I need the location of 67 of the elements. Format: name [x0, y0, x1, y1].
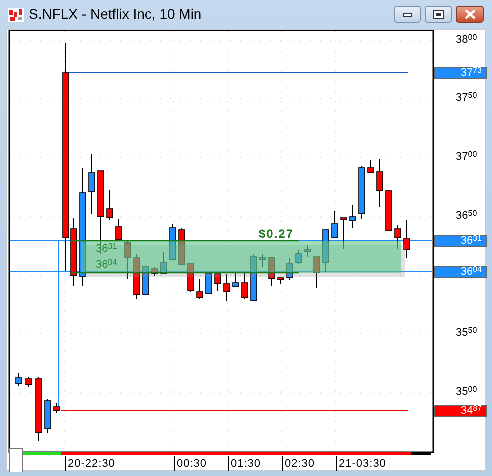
- candlestick: [106, 190, 114, 220]
- candlestick: [124, 240, 132, 280]
- price-tick-label: 36$^{50}$: [456, 211, 478, 222]
- price-tick-label: 35$^{00}$: [456, 387, 478, 398]
- candlestick: [358, 166, 366, 220]
- candlestick: [170, 224, 176, 260]
- candlestick: [16, 372, 22, 386]
- candlestick: [188, 264, 194, 292]
- candlestick: [350, 204, 356, 228]
- time-axis-label: 02:30: [282, 456, 316, 471]
- app-logo-icon: [8, 8, 24, 22]
- price-tick-label: 35$^{50}$: [456, 328, 478, 339]
- candlestick: [44, 398, 52, 434]
- candlestick: [242, 272, 248, 300]
- zone-lower-label: 36$^{04}$: [96, 260, 118, 271]
- time-axis-label: 00:30: [174, 456, 208, 471]
- price-marker-label: 36$^{31}$: [434, 235, 487, 247]
- maximize-button[interactable]: [425, 6, 452, 23]
- candlestick: [250, 254, 258, 302]
- candlestick: [286, 258, 294, 280]
- candlestick: [54, 402, 60, 414]
- price-marker-label: 36$^{04}$: [434, 266, 487, 278]
- candlestick: [142, 266, 150, 296]
- close-button[interactable]: [456, 6, 484, 23]
- candlestick: [304, 244, 312, 258]
- candlestick: [394, 224, 402, 250]
- candlestick: [178, 228, 186, 266]
- candlestick: [278, 278, 284, 284]
- candlestick: [296, 250, 302, 264]
- candlestick: [376, 158, 384, 208]
- minimize-icon: [403, 12, 412, 16]
- price-zone[interactable]: [71, 240, 405, 277]
- candlestick: [368, 160, 374, 174]
- minimize-button[interactable]: [394, 6, 421, 23]
- price-tick-label: 37$^{00}$: [456, 152, 478, 163]
- price-marker-label: 37$^{73}$: [434, 67, 487, 79]
- price-marker-label: 34$^{87}$: [434, 405, 487, 417]
- price-tick-label: 37$^{50}$: [456, 93, 478, 104]
- price-difference-label: $0.27: [259, 228, 294, 240]
- candlestick: [196, 278, 204, 300]
- candlestick: [26, 376, 32, 388]
- candlestick: [386, 190, 392, 232]
- candlestick: [224, 274, 230, 302]
- candlestick: [332, 210, 338, 238]
- candlestick: [206, 274, 212, 294]
- price-tick-label: 38$^{00}$: [456, 35, 478, 46]
- candlestick: [340, 218, 348, 250]
- time-axis-label: 21-03:30: [336, 456, 386, 471]
- time-axis-label: 20-22:30: [65, 456, 116, 471]
- candlestick: [36, 376, 42, 442]
- candlestick: [232, 272, 240, 288]
- time-axis-label: 01:30: [228, 456, 262, 471]
- candlestick: [404, 220, 410, 258]
- candlestick: [160, 252, 168, 274]
- candlestick: [322, 230, 330, 272]
- window-title: S.NFLX - Netflix Inc, 10 Min: [29, 5, 202, 24]
- candlestick: [134, 254, 140, 300]
- candlestick: [268, 258, 276, 286]
- candlestick: [314, 256, 320, 288]
- candlestick: [260, 254, 266, 268]
- close-icon: [464, 10, 476, 19]
- candlestick: [214, 274, 222, 292]
- candlestick: [116, 218, 122, 242]
- candlestick: [152, 266, 158, 276]
- scroll-handle[interactable]: [9, 448, 23, 472]
- candlestick: [88, 154, 96, 214]
- restore-icon: [433, 10, 444, 19]
